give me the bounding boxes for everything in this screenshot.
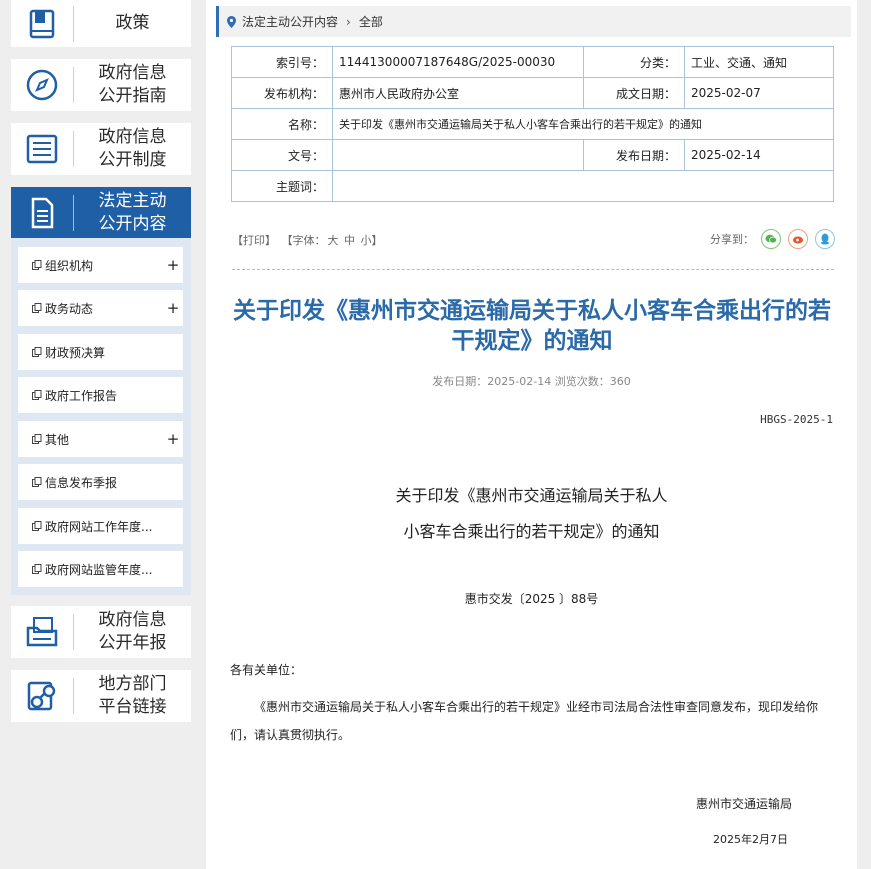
metadata-table: 索引号： 11441300007187648G/2025-00030 分类： 工… (231, 46, 834, 202)
pubdate-label: 发布日期： (583, 139, 685, 171)
book-icon (11, 0, 73, 50)
main-content: 法定主动公开内容 › 全部 索引号： 11441300007187648G/20… (206, 0, 857, 869)
copy-icon (32, 434, 42, 444)
submenu-item-label: 信息发布季报 (45, 475, 118, 490)
nav-system[interactable]: 政府信息 公开制度 (11, 123, 191, 175)
submenu-item-website-annual[interactable]: 政府网站工作年度... (18, 508, 183, 544)
submenu-item-label: 政府网站监管年度... (45, 562, 153, 577)
link-icon (11, 670, 73, 722)
submenu-item-quarterly[interactable]: 信息发布季报 (18, 464, 183, 500)
copy-icon (32, 390, 42, 400)
copy-icon (32, 347, 42, 357)
submenu-item-label: 政府网站工作年度... (45, 519, 153, 534)
folder-icon (11, 606, 73, 658)
location-pin-icon (227, 15, 236, 28)
document-number: 惠市交发〔2025 〕88号 (464, 592, 599, 606)
nav-policy[interactable]: 政策 (11, 0, 191, 47)
share-bar: 分享到： (710, 229, 835, 249)
nav-label: 地方部门 平台链接 (98, 674, 167, 717)
document-code: HBGS-2025-1 (760, 413, 833, 426)
nav-guide[interactable]: 政府信息 公开指南 (11, 59, 191, 111)
submenu-item-budget[interactable]: 财政预决算 (18, 334, 183, 370)
nav-label: 政府信息 公开制度 (98, 127, 167, 170)
chevron-right-icon: › (346, 14, 351, 29)
qq-icon[interactable] (815, 229, 835, 249)
nav-label: 政府信息 公开年报 (98, 610, 167, 653)
category-label: 分类： (583, 46, 685, 78)
nav-label: 政府信息 公开指南 (98, 63, 167, 106)
document-icon (11, 187, 73, 239)
name-value: 关于印发《惠州市交通运输局关于私人小客车合乘出行的若干规定》的通知 (332, 108, 834, 140)
index-label: 索引号： (231, 46, 333, 78)
subject-value (332, 170, 834, 202)
nav-department-links[interactable]: 地方部门 平台链接 (11, 670, 191, 722)
category-value: 工业、交通、通知 (684, 46, 834, 78)
print-button[interactable]: 【打印】 (232, 234, 276, 247)
nav-label: 政策 (115, 13, 150, 33)
weibo-icon[interactable] (788, 229, 808, 249)
index-value: 11441300007187648G/2025-00030 (332, 46, 584, 78)
submenu-item-label: 财政预决算 (45, 345, 106, 360)
org-label: 发布机构： (231, 77, 333, 109)
font-large-button[interactable]: 大 (328, 234, 339, 247)
breadcrumb: 法定主动公开内容 › 全部 (216, 6, 851, 37)
submenu-item-label: 其他 (45, 432, 70, 447)
list-icon (11, 123, 73, 175)
submenu-item-label: 政府工作报告 (45, 388, 118, 403)
body-paragraph: 《惠州市交通运输局关于私人小客车合乘出行的若干规定》业经市司法局合法性审查同意发… (230, 700, 819, 742)
nav-annual-report[interactable]: 政府信息 公开年报 (11, 606, 191, 658)
breadcrumb-item[interactable]: 法定主动公开内容 (242, 13, 338, 30)
expand-plus-icon[interactable]: + (163, 299, 183, 317)
copy-icon (32, 303, 42, 313)
font-medium-button[interactable]: 中 (344, 234, 355, 247)
document-heading-line: 小客车合乘出行的若干规定》的通知 (403, 522, 660, 541)
submenu-item-label: 政务动态 (45, 301, 94, 316)
submenu-item-supervision-annual[interactable]: 政府网站监管年度... (18, 551, 183, 587)
article-title: 关于印发《惠州市交通运输局关于私人小客车合乘出行的若干规定》的通知 (233, 298, 831, 354)
submenu: 组织机构 + 政务动态 + 财政预决算 政府工作报告 其他 + 信息发布季报 政… (11, 238, 191, 595)
expand-plus-icon[interactable]: + (163, 430, 183, 448)
sign-date: 2025年2月7日 (713, 833, 788, 846)
article-tools: 【打印】 【字体：大 中 小】 (232, 232, 385, 248)
docno-label: 文号： (231, 139, 333, 171)
breadcrumb-item[interactable]: 全部 (359, 13, 383, 30)
copy-icon (32, 521, 42, 531)
copy-icon (32, 477, 42, 487)
sidebar: 政策 政府信息 公开指南 政府信息 公开制度 法定主动 公开内容 组织机构 + … (0, 0, 203, 869)
font-small-button[interactable]: 小】 (361, 234, 383, 247)
expand-plus-icon[interactable]: + (163, 256, 183, 274)
name-label: 名称： (231, 108, 333, 140)
divider-dashed (232, 269, 834, 270)
document-heading-line: 关于印发《惠州市交通运输局关于私人 (395, 486, 668, 505)
submenu-item-news[interactable]: 政务动态 + (18, 290, 183, 326)
submenu-item-work-report[interactable]: 政府工作报告 (18, 377, 183, 413)
submenu-item-organization[interactable]: 组织机构 + (18, 247, 183, 283)
wechat-icon[interactable] (761, 229, 781, 249)
nav-label: 法定主动 公开内容 (98, 191, 167, 234)
docno-value (332, 139, 584, 171)
copy-icon (32, 564, 42, 574)
org-value: 惠州市人民政府办公室 (332, 77, 584, 109)
created-value: 2025-02-07 (684, 77, 834, 109)
subject-label: 主题词： (231, 170, 333, 202)
copy-icon (32, 260, 42, 270)
share-label: 分享到： (710, 233, 754, 246)
publish-info: 发布日期：2025-02-14 浏览次数：360 (432, 375, 631, 388)
addressee: 各有关单位： (230, 663, 303, 677)
nav-statutory-content[interactable]: 法定主动 公开内容 (11, 187, 191, 239)
font-size-label: 【字体： (281, 234, 326, 247)
submenu-item-other[interactable]: 其他 + (18, 421, 183, 457)
created-label: 成文日期： (583, 77, 685, 109)
compass-icon (11, 59, 73, 111)
signature: 惠州市交通运输局 (696, 797, 793, 811)
document-heading: 关于印发《惠州市交通运输局关于私人 小客车合乘出行的若干规定》的通知 (206, 478, 857, 550)
pubdate-value: 2025-02-14 (684, 139, 834, 171)
submenu-item-label: 组织机构 (45, 258, 94, 273)
